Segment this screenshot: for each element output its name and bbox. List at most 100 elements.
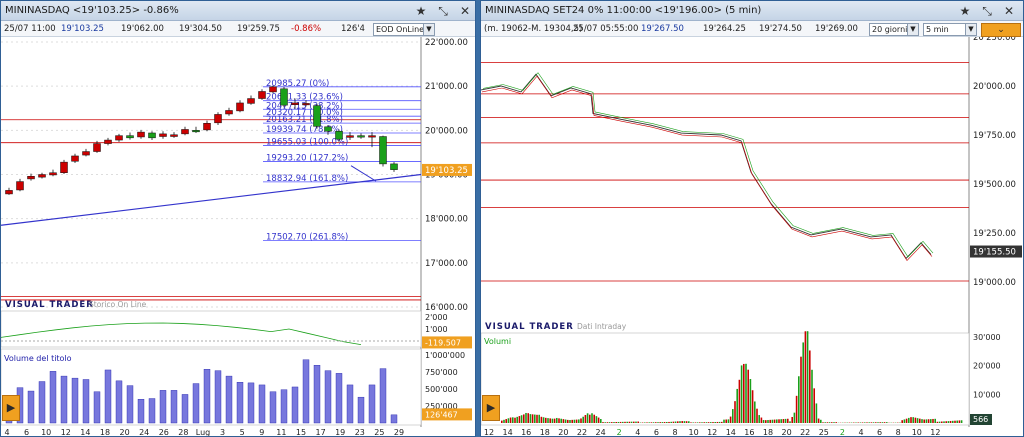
intraday-volume-bar <box>756 408 758 423</box>
star-icon[interactable]: ★ <box>957 3 973 19</box>
intraday-volume-bar <box>806 331 809 423</box>
intraday-volume-bar <box>727 419 730 423</box>
right-title-bar[interactable]: MININASDAQ SET24 0% 11:00:00 <19'196.00>… <box>481 1 1023 21</box>
left-x-tick: 3 <box>220 428 225 437</box>
intraday-volume-bar <box>556 417 558 423</box>
chevron-down-icon[interactable]: ▼ <box>423 24 434 35</box>
intraday-volume-bar <box>657 422 659 423</box>
left-volume-label: Volume del titolo <box>4 354 72 363</box>
intraday-volume-bar <box>947 421 950 423</box>
right-x-tick: 4 <box>635 428 640 437</box>
intraday-volume-bar <box>582 416 584 423</box>
intraday-volume-bar <box>879 422 881 423</box>
chevron-down-icon[interactable]: ▼ <box>907 24 918 35</box>
intraday-volume-bar <box>780 419 782 423</box>
daily-chart-window[interactable]: MININASDAQ <19'103.25> -0.86% ★ ⤡ ✕ 25/0… <box>0 0 476 437</box>
volume-bar <box>379 368 387 424</box>
pin-icon[interactable]: ⤡ <box>979 3 995 19</box>
intraday-volume-bar <box>804 331 807 423</box>
intraday-volume-bar <box>771 419 774 423</box>
intraday-volume-bar <box>881 422 884 423</box>
left-price-tick: 17'000.00 <box>425 259 468 269</box>
intraday-volume-bar <box>679 421 681 423</box>
left-title-bar[interactable]: MININASDAQ <19'103.25> -0.86% ★ ⤡ ✕ <box>1 1 475 21</box>
candle-body <box>236 102 244 112</box>
intraday-volume-bar <box>787 418 789 423</box>
intraday-volume-bar <box>534 414 536 423</box>
volume-bar <box>214 370 222 424</box>
intraday-volume-bar <box>536 414 538 423</box>
intraday-volume-bar <box>646 422 648 423</box>
intraday-volume-bar <box>732 409 734 423</box>
candle-body <box>27 176 35 180</box>
intraday-volume-bar <box>938 421 941 423</box>
volume-bar <box>258 384 266 424</box>
right-x-tick: 22 <box>800 428 810 437</box>
intraday-volume-bar <box>813 388 815 423</box>
star-icon[interactable]: ★ <box>413 3 429 19</box>
intraday-volume-bar <box>635 421 637 423</box>
candle-body <box>247 98 255 104</box>
right-x-tick: 18 <box>763 428 773 437</box>
daily-price-chart[interactable]: 22'000.0021'000.0020'000.0019'000.0018'0… <box>1 37 476 437</box>
intraday-volume-bar <box>586 413 589 423</box>
left-window-title: MININASDAQ <19'103.25> -0.86% <box>5 5 179 16</box>
intraday-volume-bar <box>529 414 532 423</box>
intraday-volume-bar <box>734 401 736 423</box>
volume-bar <box>225 375 233 424</box>
right-x-tick: 20 <box>782 428 792 437</box>
right-x-tick: 2 <box>617 428 622 437</box>
interval-select[interactable]: 5 min ▼ <box>923 23 977 36</box>
left-info-date: 25/07 11:00 <box>4 24 56 34</box>
left-info-v3: 19'259.75 <box>237 24 280 34</box>
right-x-tick: 10 <box>912 428 922 437</box>
intraday-volume-bar <box>877 422 879 423</box>
right-menu-button[interactable]: ⌄ <box>981 23 1021 37</box>
volume-bar <box>390 414 398 424</box>
chevron-down-icon[interactable]: ▼ <box>965 24 976 35</box>
close-icon[interactable]: ✕ <box>457 3 473 19</box>
left-x-tick: 20 <box>120 428 130 437</box>
candle-body <box>49 172 57 176</box>
intraday-volume-bar <box>789 421 791 423</box>
right-price-tick: 19'750.00 <box>973 131 1016 141</box>
intraday-volume-bar <box>767 419 769 423</box>
source-select[interactable]: EOD OnLine ▼ <box>373 23 435 36</box>
pin-icon[interactable]: ⤡ <box>435 3 451 19</box>
right-volume-tick: 20'000 <box>973 362 1001 371</box>
intraday-volume-bar <box>784 418 787 423</box>
intraday-volume-bar <box>692 422 694 423</box>
intraday-volume-bar <box>573 419 576 423</box>
right-expand-button[interactable]: ▶ <box>482 395 500 421</box>
volume-bar <box>71 377 79 424</box>
candle-body <box>16 181 24 191</box>
intraday-volume-bar <box>661 422 664 423</box>
candle-body <box>137 131 145 138</box>
left-expand-button[interactable]: ▶ <box>2 395 20 421</box>
intraday-chart-window[interactable]: MININASDAQ SET24 0% 11:00:00 <19'196.00>… <box>480 0 1024 437</box>
left-last-price-text: 19'103.25 <box>425 166 468 176</box>
intraday-price-chart[interactable]: 20'250.00 20'000.00 19'750.00 19'500.00 19'2… <box>481 37 1024 437</box>
right-price-tick: 19'000.00 <box>973 278 1016 288</box>
right-info-v3: 19'269.00 <box>815 24 858 34</box>
period-select[interactable]: 20 giorni ▼ <box>869 23 919 36</box>
left-x-tick: 26 <box>159 428 169 437</box>
intraday-volume-bar <box>886 422 888 423</box>
intraday-volume-bar <box>718 421 721 423</box>
close-icon[interactable]: ✕ <box>1001 3 1017 19</box>
intraday-volume-bar <box>507 418 510 423</box>
right-price-tick: 19'250.00 <box>973 229 1016 239</box>
right-volume-tag-text: 566 <box>973 415 988 424</box>
intraday-volume-bar <box>903 419 906 423</box>
volume-bar <box>280 389 288 424</box>
intraday-volume-bar <box>725 419 727 423</box>
right-window-title: MININASDAQ SET24 0% 11:00:00 <19'196.00>… <box>485 5 762 16</box>
intraday-volume-bar <box>710 422 712 423</box>
osc-tag-text: -119.507 <box>425 338 461 347</box>
intraday-volume-bar <box>690 422 692 423</box>
intraday-volume-bar <box>782 419 785 423</box>
left-x-tick: 24 <box>139 428 149 437</box>
source-select-value: EOD OnLine <box>376 25 425 34</box>
intraday-volume-bar <box>921 419 923 423</box>
osc-tick: 1'000 <box>425 325 448 334</box>
